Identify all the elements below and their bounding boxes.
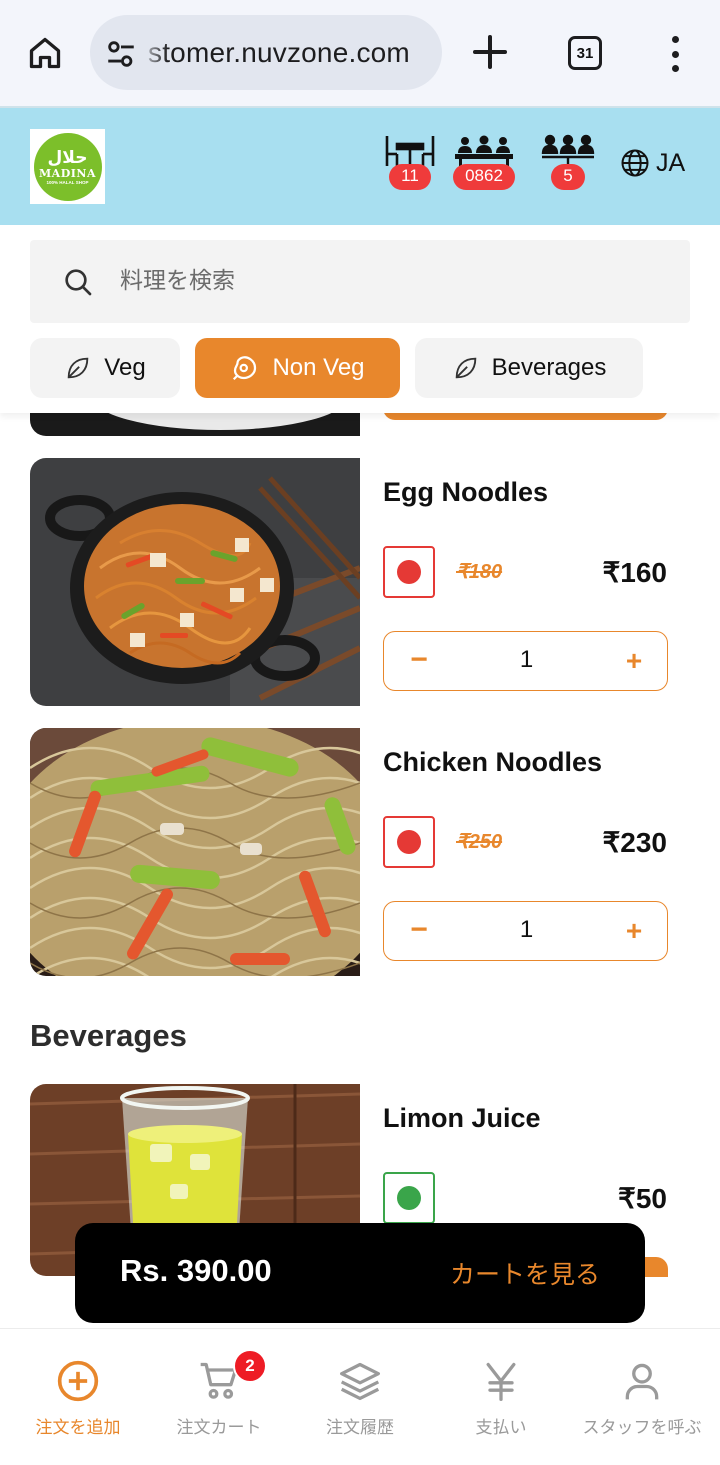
leaf-icon: [68, 357, 89, 379]
category-beverages[interactable]: Beverages: [415, 338, 643, 398]
url-text: stomer.nuvzone.com: [148, 37, 410, 68]
search-box: [30, 240, 690, 323]
quantity-stepper: − 1 +: [383, 631, 668, 691]
quantity-stepper: − 1 +: [383, 901, 668, 961]
decrease-quantity-button[interactable]: −: [404, 644, 434, 678]
home-icon: [29, 37, 61, 69]
nav-order-history-label: 注文履歴: [326, 1418, 394, 1438]
bottom-navigation: 注文を追加 2 注文カート 注文履歴 支払い スタッフを呼ぶ: [0, 1328, 720, 1465]
yen-icon: [486, 1362, 516, 1401]
browser-home-button[interactable]: [22, 30, 68, 76]
egg-noodles-image: [30, 458, 360, 706]
order-code-badge: 0862: [453, 164, 515, 190]
quantity-value: 1: [519, 916, 534, 943]
item-original-price: ₹250: [456, 831, 503, 853]
item-name: Egg Noodles: [383, 477, 549, 507]
category-veg-label: Veg: [104, 354, 146, 381]
guest-count-badge: 5: [551, 164, 585, 190]
logo-name: MADINA: [39, 166, 96, 180]
nav-add-order-label: 注文を追加: [35, 1418, 121, 1438]
item-name: Limon Juice: [383, 1103, 541, 1133]
decrease-quantity-button[interactable]: −: [404, 914, 434, 948]
language-code: JA: [656, 148, 686, 177]
nav-call-staff[interactable]: スタッフを呼ぶ: [572, 1359, 712, 1438]
guest-indicator: 5: [540, 134, 596, 190]
restaurant-logo: حلال MADINA 100% HALAL SHOP: [30, 129, 105, 204]
order-indicator: 0862: [453, 134, 515, 190]
category-beverages-label: Beverages: [491, 354, 607, 381]
globe-icon: [621, 149, 649, 177]
item-price: ₹50: [618, 1183, 667, 1214]
cart-total: Rs. 390.00: [120, 1253, 272, 1288]
app-header: حلال MADINA 100% HALAL SHOP 11 0862 5 JA: [0, 106, 720, 225]
layers-icon: [340, 1362, 380, 1401]
dining-table-icon: [385, 136, 435, 166]
cart-summary-bar: Rs. 390.00 カートを見る: [75, 1223, 645, 1323]
language-selector[interactable]: JA: [620, 148, 685, 178]
logo-tagline: 100% HALAL SHOP: [46, 179, 89, 185]
search-icon: [65, 269, 92, 296]
increase-quantity-button[interactable]: +: [619, 914, 649, 948]
nav-payment[interactable]: 支払い: [431, 1359, 571, 1438]
increase-quantity-button[interactable]: +: [619, 644, 649, 678]
view-cart-button[interactable]: カートを見る: [450, 1255, 600, 1291]
url-fade: [138, 15, 168, 90]
chicken-noodles-image: [30, 728, 360, 976]
leaf-icon: [455, 357, 476, 379]
veg-indicator-icon: [383, 1172, 435, 1224]
item-price: ₹230: [602, 827, 667, 858]
search-input[interactable]: [120, 258, 660, 304]
meat-icon: [233, 356, 257, 381]
plus-circle-icon: [57, 1360, 99, 1402]
item-price: ₹160: [602, 557, 667, 588]
nav-call-staff-label: スタッフを呼ぶ: [582, 1418, 702, 1438]
nav-order-cart-label: 注文カート: [176, 1418, 262, 1438]
category-non-veg-label: Non Veg: [272, 354, 365, 381]
nav-order-cart[interactable]: 2 注文カート: [149, 1349, 289, 1438]
person-icon: [625, 1363, 659, 1400]
logo-arabic-text: حلال: [47, 147, 88, 168]
section-heading-beverages: Beverages: [30, 1018, 187, 1053]
cart-count-badge: 2: [233, 1349, 267, 1383]
tab-switcher-button[interactable]: 31: [568, 36, 602, 70]
table-indicator: 11: [383, 134, 437, 190]
non-veg-indicator-icon: [383, 816, 435, 868]
guests-icon: [541, 134, 595, 167]
nav-order-history[interactable]: 注文履歴: [290, 1359, 430, 1438]
search-and-filters: Veg Non Veg Beverages: [0, 225, 720, 413]
non-veg-indicator-icon: [383, 546, 435, 598]
new-tab-icon[interactable]: [470, 32, 510, 72]
category-non-veg[interactable]: Non Veg: [195, 338, 400, 398]
site-settings-icon[interactable]: [104, 37, 138, 71]
item-original-price: ₹180: [456, 561, 503, 583]
quantity-value: 1: [519, 646, 534, 673]
browser-menu-icon[interactable]: [660, 34, 690, 74]
nav-add-order[interactable]: 注文を追加: [8, 1359, 148, 1438]
category-veg[interactable]: Veg: [30, 338, 180, 398]
nav-payment-label: 支払い: [475, 1418, 527, 1438]
item-name: Chicken Noodles: [383, 747, 603, 777]
group-table-icon: [455, 135, 513, 168]
browser-toolbar: stomer.nuvzone.com 31: [0, 0, 720, 106]
address-bar[interactable]: stomer.nuvzone.com: [90, 15, 442, 90]
table-number-badge: 11: [389, 164, 431, 190]
